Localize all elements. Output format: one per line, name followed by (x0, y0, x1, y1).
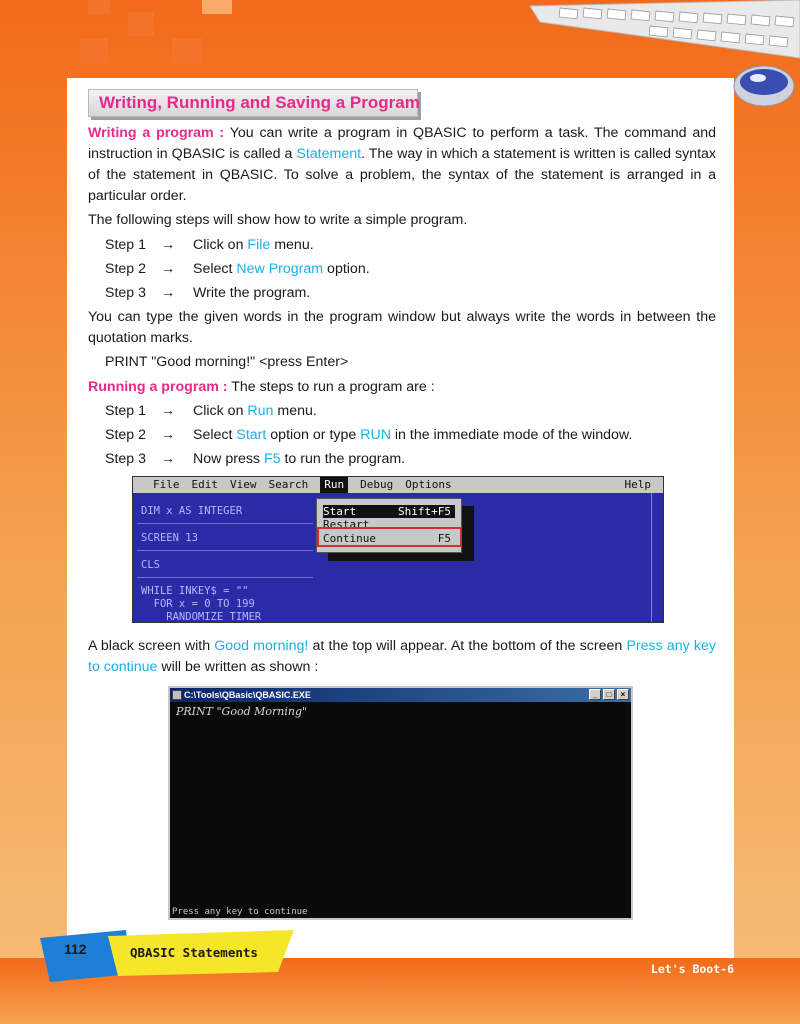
menu-search[interactable]: Search (269, 477, 309, 493)
code-line: FOR x = 0 TO 199 (141, 598, 255, 610)
code-divider (137, 550, 313, 551)
menu-run[interactable]: Run (320, 477, 349, 493)
writing-term: Writing a program : (88, 125, 225, 141)
arrow-right-icon: → (161, 285, 176, 301)
menu-item-start[interactable]: Start Shift+F5 (323, 505, 455, 518)
statement-term: Statement (296, 146, 362, 162)
deco-square (88, 0, 110, 14)
deco-square (128, 12, 154, 36)
write-step-3: Step 3 → Write the program. (105, 285, 311, 301)
code-line: DIM x AS INTEGER (141, 505, 243, 517)
run-step-3: Step 3 → Now press F5 to run the program. (105, 451, 406, 467)
minimize-icon[interactable]: _ (589, 689, 601, 700)
console-output: PRINT "Good Morning" (176, 705, 308, 718)
code-line: RANDOMIZE TIMER (141, 611, 262, 623)
arrow-right-icon: → (161, 427, 176, 443)
console-footer: Press any key to continue (172, 907, 308, 917)
running-term: Running a program : (88, 379, 228, 395)
menu-help[interactable]: Help (625, 477, 652, 493)
code-line: SCREEN 13 (141, 532, 198, 544)
run-step-2: Step 2 → Select Start option or type RUN i… (105, 427, 633, 443)
write-step-2: Step 2 → Select New Program option. (105, 261, 370, 277)
quotation-note: You can type the given words in the prog… (88, 309, 716, 346)
console-window: C:\Tools\QBasic\QBASIC.EXE _ □ × PRINT "… (168, 686, 633, 920)
close-icon[interactable]: × (617, 689, 629, 700)
deco-square (202, 0, 232, 14)
menu-view[interactable]: View (230, 477, 257, 493)
deco-square (80, 38, 108, 64)
maximize-icon[interactable]: □ (603, 689, 615, 700)
arrow-right-icon: → (161, 237, 176, 253)
ide-menu-bar: File Edit View Search Run Debug Options Help (133, 477, 663, 493)
highlight-outline (317, 527, 462, 547)
write-step-1: Step 1 → Click on File menu. (105, 237, 314, 253)
code-line: WHILE INKEY$ = "" (141, 585, 249, 597)
arrow-right-icon: → (161, 451, 176, 467)
run-menu-dropdown: Start Shift+F5 Restart Continue F5 (316, 498, 462, 553)
menu-file[interactable]: File (153, 477, 180, 493)
code-line: CLS (141, 559, 160, 571)
mouse-illustration (733, 65, 795, 107)
black-screen-paragraph: A black screen with Good morning! at the… (88, 638, 716, 675)
running-paragraph: Running a program : The steps to run a p… (88, 379, 435, 395)
chapter-title: QBASIC Statements (130, 945, 258, 960)
code-divider (137, 577, 313, 578)
page-number: 112 (64, 941, 87, 957)
book-name: Let's Boot-6 (650, 962, 734, 976)
console-app-icon (172, 690, 182, 700)
console-titlebar: C:\Tools\QBasic\QBASIC.EXE _ □ × (170, 688, 631, 702)
section-heading: Writing, Running and Saving a Program (88, 89, 420, 117)
deco-square (172, 38, 202, 64)
menu-debug[interactable]: Debug (360, 477, 393, 493)
menu-edit[interactable]: Edit (192, 477, 219, 493)
run-step-1: Step 1 → Click on Run menu. (105, 403, 317, 419)
code-divider (137, 523, 313, 524)
arrow-right-icon: → (161, 403, 176, 419)
writing-paragraph: Writing a program : You can write a prog… (88, 123, 716, 207)
console-title: C:\Tools\QBasic\QBASIC.EXE (184, 690, 311, 700)
arrow-right-icon: → (161, 261, 176, 277)
ide-scrollbar[interactable] (651, 493, 663, 622)
steps-intro: The following steps will show how to wri… (88, 212, 468, 228)
menu-options[interactable]: Options (405, 477, 451, 493)
qbasic-ide-screenshot: File Edit View Search Run Debug Options Help D… (132, 476, 664, 623)
example-code: PRINT "Good morning!" <press Enter> (105, 354, 349, 370)
